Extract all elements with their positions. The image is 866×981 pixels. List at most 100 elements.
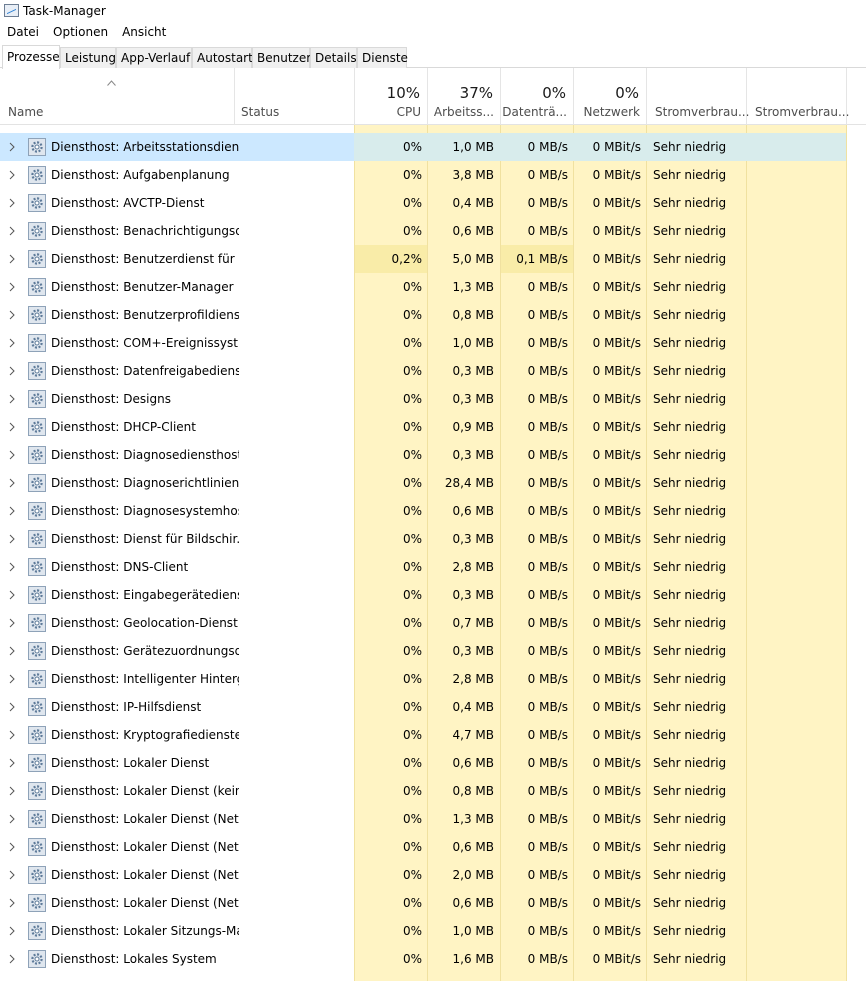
process-row[interactable]: Diensthost: Intelligenter Hinterg... 0% 2,… [0,665,866,693]
process-cpu: 0% [402,812,422,826]
expand-chevron-icon[interactable] [9,282,15,292]
title-bar[interactable]: Task-Manager [0,0,866,22]
process-row[interactable]: Diensthost: Lokaler Dienst (Netz... 0% 0,6… [0,889,866,917]
column-header-cpu[interactable]: 10% CPU [355,68,428,125]
expand-chevron-icon[interactable] [9,310,15,320]
process-memory: 4,7 MB [452,728,494,742]
process-row[interactable]: Diensthost: Gerätezuordnungsdi... 0% 0,3 M… [0,637,866,665]
column-header-power[interactable]: Stromverbrau... [647,68,749,125]
tab-leistung[interactable]: Leistung [60,47,116,68]
expand-chevron-icon[interactable] [9,758,15,768]
menu-ansicht[interactable]: Ansicht [115,23,173,43]
process-row[interactable]: Diensthost: Diagnosediensthost 0% 0,3 MB 0 … [0,441,866,469]
expand-chevron-icon[interactable] [9,478,15,488]
expand-chevron-icon[interactable] [9,338,15,348]
expand-chevron-icon[interactable] [9,702,15,712]
process-row[interactable]: Diensthost: Datenfreigabedienst 0% 0,3 MB 0… [0,357,866,385]
process-row[interactable]: Diensthost: DHCP-Client 0% 0,9 MB 0 MB/s 0 M… [0,413,866,441]
expand-chevron-icon[interactable] [9,226,15,236]
process-cpu: 0,2% [391,252,423,266]
process-row[interactable]: Diensthost: Aufgabenplanung 0% 3,8 MB 0 MB/… [0,161,866,189]
expand-chevron-icon[interactable] [9,142,15,152]
column-header-network[interactable]: 0% Netzwerk [574,68,647,125]
process-row[interactable]: Diensthost: Diagnoserichtlinien... 0% 28,4… [0,469,866,497]
column-header-name[interactable]: Name [0,68,235,125]
process-row[interactable]: Diensthost: Eingabegerätedienst 0% 0,3 MB 0… [0,581,866,609]
expand-chevron-icon[interactable] [9,870,15,880]
column-header-memory[interactable]: 37% Arbeitss... [428,68,501,125]
expand-chevron-icon[interactable] [9,422,15,432]
process-power: Sehr niedrig [653,644,727,658]
expand-chevron-icon[interactable] [9,394,15,404]
process-row[interactable]: Diensthost: Benutzerdienst für d... 0,2% 5… [0,245,866,273]
process-row[interactable]: Diensthost: Benutzerprofildienst 0% 0,8 MB… [0,301,866,329]
process-name: Diensthost: IP-Hilfsdienst [51,700,202,714]
service-gear-icon [28,278,46,296]
expand-chevron-icon[interactable] [9,730,15,740]
expand-chevron-icon[interactable] [9,590,15,600]
tab-details[interactable]: Details [310,47,357,68]
process-list[interactable]: Diensthost: Arbeitsstationsdienst 0% 1,0 M… [0,125,866,981]
menu-optionen[interactable]: Optionen [46,23,115,43]
process-row[interactable]: Diensthost: IP-Hilfsdienst 0% 0,4 MB 0 MB/s… [0,693,866,721]
service-gear-icon [28,362,46,380]
expand-chevron-icon[interactable] [9,254,15,264]
expand-chevron-icon[interactable] [9,842,15,852]
process-disk: 0 MB/s [527,924,568,938]
process-row[interactable]: Diensthost: Designs 0% 0,3 MB 0 MB/s 0 MBit/… [0,385,866,413]
expand-chevron-icon[interactable] [9,450,15,460]
tab-benutzer[interactable]: Benutzer [252,47,311,68]
process-row[interactable]: Diensthost: Benutzer-Manager 0% 1,3 MB 0 MB… [0,273,866,301]
process-row[interactable]: Diensthost: Lokaler Dienst (Netz... 0% 2,0… [0,861,866,889]
process-row[interactable]: Diensthost: COM+-Ereignissyst... 0% 1,0 MB… [0,329,866,357]
process-cpu: 0% [402,364,422,378]
service-gear-icon [28,642,46,660]
expand-chevron-icon[interactable] [9,954,15,964]
process-name: Diensthost: Lokaler Dienst [51,756,210,770]
expand-chevron-icon[interactable] [9,198,15,208]
process-power: Sehr niedrig [653,560,727,574]
process-cpu: 0% [402,392,422,406]
expand-chevron-icon[interactable] [9,674,15,684]
process-disk: 0 MB/s [527,168,568,182]
expand-chevron-icon[interactable] [9,786,15,796]
tab-dienste[interactable]: Dienste [357,47,408,68]
process-network: 0 MBit/s [592,868,641,882]
expand-chevron-icon[interactable] [9,506,15,516]
process-row[interactable]: Diensthost: Lokaler Dienst (kein ... 0% 0,… [0,777,866,805]
process-row[interactable]: Diensthost: Diagnosesystemhost 0% 0,6 MB 0 … [0,497,866,525]
process-disk: 0 MB/s [527,700,568,714]
expand-chevron-icon[interactable] [9,646,15,656]
expand-chevron-icon[interactable] [9,366,15,376]
tab-prozesse[interactable]: Prozesse [2,45,60,69]
process-row[interactable]: Diensthost: Geolocation-Dienst 0% 0,7 MB 0 … [0,609,866,637]
process-row[interactable]: Diensthost: AVCTP-Dienst 0% 0,4 MB 0 MB/s 0 … [0,189,866,217]
process-name: Diensthost: Geolocation-Dienst [51,616,238,630]
process-name: Diensthost: Benutzerdienst für d... [51,252,239,266]
expand-chevron-icon[interactable] [9,814,15,824]
column-header-disk[interactable]: 0% Datenträ... [501,68,574,125]
process-row[interactable]: Diensthost: Benachrichtigungsd... 0% 0,6 M… [0,217,866,245]
process-row[interactable]: Diensthost: Lokaler Sitzungs-Ma... 0% 1,0 … [0,917,866,945]
process-row[interactable]: Diensthost: Lokaler Dienst 0% 0,6 MB 0 MB/s… [0,749,866,777]
process-row[interactable]: Diensthost: DNS-Client 0% 2,8 MB 0 MB/s 0 MB… [0,553,866,581]
tab-autostart[interactable]: Autostart [192,47,253,68]
process-cpu: 0% [402,616,422,630]
expand-chevron-icon[interactable] [9,618,15,628]
expand-chevron-icon[interactable] [9,562,15,572]
process-network: 0 MBit/s [592,896,641,910]
process-row[interactable]: Diensthost: Dienst für Bildschir... 0% 0,3… [0,525,866,553]
expand-chevron-icon[interactable] [9,926,15,936]
column-header-status[interactable]: Status [235,68,355,125]
process-row[interactable]: Diensthost: Kryptografiedienste 0% 4,7 MB 0… [0,721,866,749]
tab-app-verlauf[interactable]: App-Verlauf [116,47,192,68]
process-row[interactable]: Diensthost: Lokaler Dienst (Netz... 0% 0,6… [0,833,866,861]
expand-chevron-icon[interactable] [9,898,15,908]
expand-chevron-icon[interactable] [9,170,15,180]
column-header-power-trend[interactable]: Stromverbrau... [747,68,849,125]
process-row[interactable]: Diensthost: Lokales System 0% 1,6 MB 0 MB/s… [0,945,866,973]
process-row[interactable]: Diensthost: Lokaler Dienst (Netz... 0% 1,3… [0,805,866,833]
expand-chevron-icon[interactable] [9,534,15,544]
process-row[interactable]: Diensthost: Arbeitsstationsdienst 0% 1,0 M… [0,133,866,161]
menu-datei[interactable]: Datei [0,23,46,43]
